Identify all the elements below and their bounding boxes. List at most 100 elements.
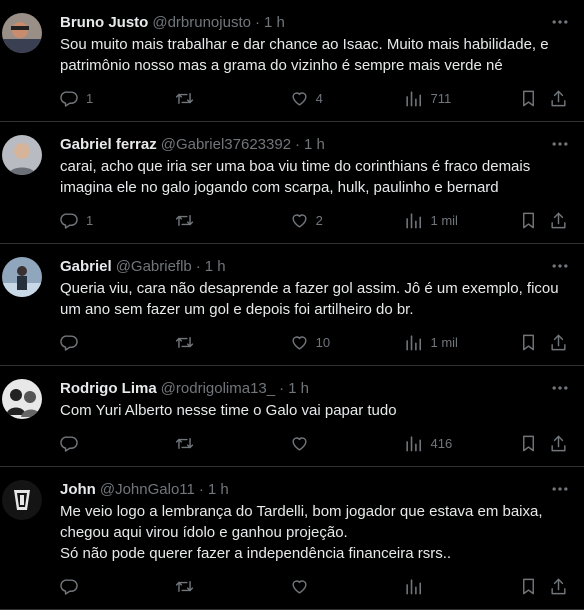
share-button[interactable] xyxy=(549,89,568,108)
author-name[interactable]: Gabriel xyxy=(60,258,112,275)
more-icon[interactable] xyxy=(550,479,570,499)
reply-button[interactable] xyxy=(60,333,175,352)
retweet-button[interactable] xyxy=(175,333,290,352)
retweet-icon xyxy=(175,437,193,449)
avatar[interactable] xyxy=(2,135,42,175)
like-count: 4 xyxy=(315,90,323,106)
bookmark-button[interactable] xyxy=(519,333,548,352)
author-handle[interactable]: @Gabrieflb xyxy=(116,258,192,275)
reply-button[interactable] xyxy=(60,577,175,596)
tweet[interactable]: Gabriel @Gabrieflb · 1 h Queria viu, car… xyxy=(0,244,584,366)
reply-icon xyxy=(60,212,78,229)
tweet-time[interactable]: 1 h xyxy=(304,136,325,153)
bookmark-icon xyxy=(523,90,535,106)
tweet-actions: 1 2 1 mil xyxy=(60,210,568,243)
avatar[interactable] xyxy=(2,257,42,297)
bookmark-button[interactable] xyxy=(519,211,548,230)
separator-dot: · xyxy=(295,135,301,153)
reply-button[interactable]: 1 xyxy=(60,211,175,230)
author-name[interactable]: Gabriel ferraz xyxy=(60,136,157,153)
retweet-button[interactable] xyxy=(175,89,290,108)
share-icon xyxy=(550,435,566,451)
author-handle[interactable]: @Gabriel37623392 xyxy=(161,136,291,153)
reply-button[interactable] xyxy=(60,434,175,453)
bookmark-button[interactable] xyxy=(519,434,548,453)
tweet-time[interactable]: 1 h xyxy=(264,14,285,31)
author-name[interactable]: John xyxy=(60,481,96,498)
share-button[interactable] xyxy=(549,211,568,230)
like-button[interactable] xyxy=(290,434,405,453)
more-icon[interactable] xyxy=(550,256,570,276)
retweet-icon xyxy=(175,580,193,592)
retweet-button[interactable] xyxy=(175,211,290,230)
avatar[interactable] xyxy=(2,13,42,53)
tweet-header: Bruno Justo @drbrunojusto · 1 h xyxy=(60,12,568,32)
heart-icon xyxy=(292,213,307,228)
like-button[interactable]: 4 xyxy=(290,89,405,108)
author-handle[interactable]: @JohnGalo11 xyxy=(100,481,195,498)
separator-dot: · xyxy=(195,257,201,275)
bookmark-icon xyxy=(523,212,535,228)
tweet[interactable]: John @JohnGalo11 · 1 h Me veio logo a le… xyxy=(0,467,584,610)
tweet-time[interactable]: 1 h xyxy=(208,481,229,498)
tweet[interactable]: Rodrigo Lima @rodrigolima13_ · 1 h Com Y… xyxy=(0,366,584,467)
more-icon[interactable] xyxy=(550,12,570,32)
heart-icon xyxy=(292,91,307,106)
author-name[interactable]: Rodrigo Lima xyxy=(60,380,157,397)
reply-button[interactable]: 1 xyxy=(60,89,175,108)
separator-dot: · xyxy=(279,379,285,397)
tweet-time[interactable]: 1 h xyxy=(288,380,309,397)
share-icon xyxy=(550,212,566,228)
views-button[interactable]: 711 xyxy=(404,89,519,108)
author-handle[interactable]: @rodrigolima13_ xyxy=(161,380,275,397)
bookmark-button[interactable] xyxy=(519,89,548,108)
tweet-actions: 416 xyxy=(60,433,568,466)
separator-dot: · xyxy=(198,480,204,498)
bookmark-button[interactable] xyxy=(519,577,548,596)
more-icon[interactable] xyxy=(550,134,570,154)
avatar[interactable] xyxy=(2,379,42,419)
views-icon xyxy=(406,578,422,594)
tweet-header: Gabriel ferraz @Gabriel37623392 · 1 h xyxy=(60,134,568,154)
views-icon xyxy=(406,334,422,350)
author-name[interactable]: Bruno Justo xyxy=(60,14,148,31)
tweet[interactable]: Bruno Justo @drbrunojusto · 1 h Sou muit… xyxy=(0,0,584,122)
like-count: 10 xyxy=(315,334,331,350)
like-count: 2 xyxy=(315,212,323,228)
like-button[interactable]: 2 xyxy=(290,211,405,230)
views-button[interactable]: 416 xyxy=(404,434,519,453)
tweet-text: carai, acho que iria ser uma boa viu tim… xyxy=(60,158,531,196)
heart-icon xyxy=(292,335,307,350)
share-icon xyxy=(550,334,566,350)
like-button[interactable] xyxy=(290,577,405,596)
retweet-button[interactable] xyxy=(175,577,290,596)
views-count: 416 xyxy=(430,435,453,451)
tweet-text: Me veio logo a lembrança do Tardelli, bo… xyxy=(60,503,543,562)
more-icon[interactable] xyxy=(550,378,570,398)
author-handle[interactable]: @drbrunojusto xyxy=(152,14,251,31)
reply-icon xyxy=(60,334,78,351)
tweet[interactable]: Gabriel ferraz @Gabriel37623392 · 1 h ca… xyxy=(0,122,584,244)
bookmark-icon xyxy=(523,334,535,350)
avatar[interactable] xyxy=(2,480,42,520)
views-button[interactable] xyxy=(404,577,519,596)
share-button[interactable] xyxy=(549,434,568,453)
tweet-header: John @JohnGalo11 · 1 h xyxy=(60,479,568,499)
share-button[interactable] xyxy=(549,577,568,596)
tweet-actions: 10 1 mil xyxy=(60,332,568,365)
reply-count: 1 xyxy=(86,212,94,228)
views-button[interactable]: 1 mil xyxy=(404,211,519,230)
share-button[interactable] xyxy=(549,333,568,352)
bookmark-icon xyxy=(523,578,535,594)
retweet-button[interactable] xyxy=(175,434,290,453)
timeline: Bruno Justo @drbrunojusto · 1 h Sou muit… xyxy=(0,0,584,610)
tweet-time[interactable]: 1 h xyxy=(205,258,226,275)
heart-icon xyxy=(292,579,307,594)
views-count: 1 mil xyxy=(430,334,458,350)
like-button[interactable]: 10 xyxy=(290,333,405,352)
views-button[interactable]: 1 mil xyxy=(404,333,519,352)
reply-icon xyxy=(60,435,78,452)
separator-dot: · xyxy=(254,13,260,31)
retweet-icon xyxy=(175,214,193,226)
reply-icon xyxy=(60,578,78,595)
